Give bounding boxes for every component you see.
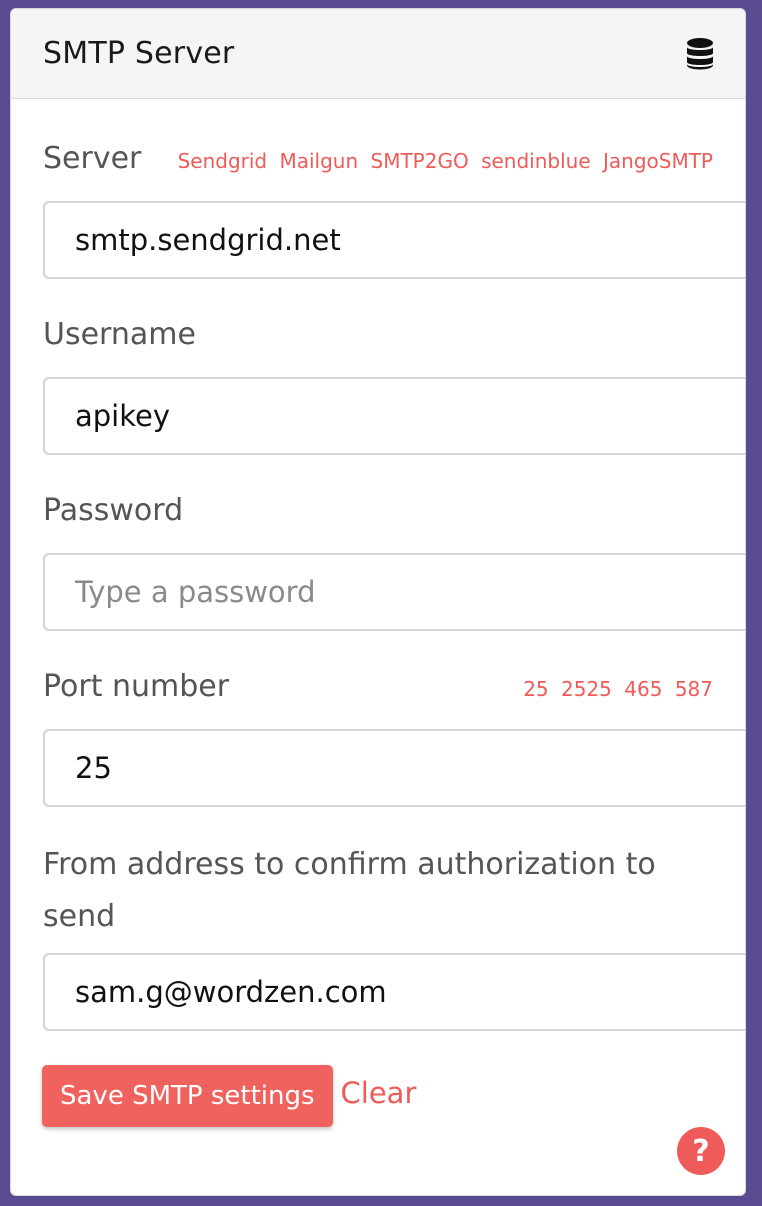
password-label: Password [43, 493, 184, 528]
panel-header: SMTP Server [11, 9, 745, 99]
preset-jangosmtp[interactable]: JangoSMTP [603, 149, 713, 173]
preset-smtp2go[interactable]: SMTP2GO [371, 149, 469, 173]
port-preset-2525[interactable]: 2525 [561, 677, 612, 701]
save-smtp-settings-button[interactable]: Save SMTP settings [42, 1065, 333, 1127]
password-input[interactable] [43, 553, 745, 631]
port-preset-25[interactable]: 25 [523, 677, 548, 701]
question-icon: ? [692, 1133, 710, 1169]
preset-sendgrid[interactable]: Sendgrid [178, 149, 268, 173]
server-field: Server Sendgrid Mailgun SMTP2GO sendinbl… [43, 137, 713, 181]
from-address-input[interactable] [43, 953, 745, 1031]
preset-sendinblue[interactable]: sendinblue [481, 149, 591, 173]
server-input[interactable] [43, 201, 745, 279]
from-address-label: From address to confirm authorization to… [43, 847, 656, 934]
database-icon [687, 37, 713, 69]
port-input[interactable] [43, 729, 745, 807]
preset-mailgun[interactable]: Mailgun [279, 149, 358, 173]
smtp-server-panel: SMTP Server Server Sendgrid Mailgun SMTP… [10, 8, 746, 1196]
from-address-field: From address to confirm authorization to… [43, 841, 713, 945]
port-label: Port number [43, 669, 230, 704]
port-presets: 25 2525 465 587 [517, 677, 713, 701]
username-field: Username [43, 313, 713, 357]
server-presets: Sendgrid Mailgun SMTP2GO sendinblue Jang… [172, 149, 713, 173]
panel-title: SMTP Server [43, 36, 235, 71]
server-label: Server [43, 141, 142, 176]
username-input[interactable] [43, 377, 745, 455]
port-field: Port number 25 2525 465 587 [43, 665, 713, 709]
port-preset-465[interactable]: 465 [624, 677, 662, 701]
clear-link[interactable]: Clear [341, 1076, 417, 1110]
help-button[interactable]: ? [677, 1127, 725, 1175]
form-actions: Save SMTP settings Clear [42, 1065, 416, 1127]
username-label: Username [43, 317, 196, 352]
password-field: Password [43, 489, 713, 533]
port-preset-587[interactable]: 587 [675, 677, 713, 701]
